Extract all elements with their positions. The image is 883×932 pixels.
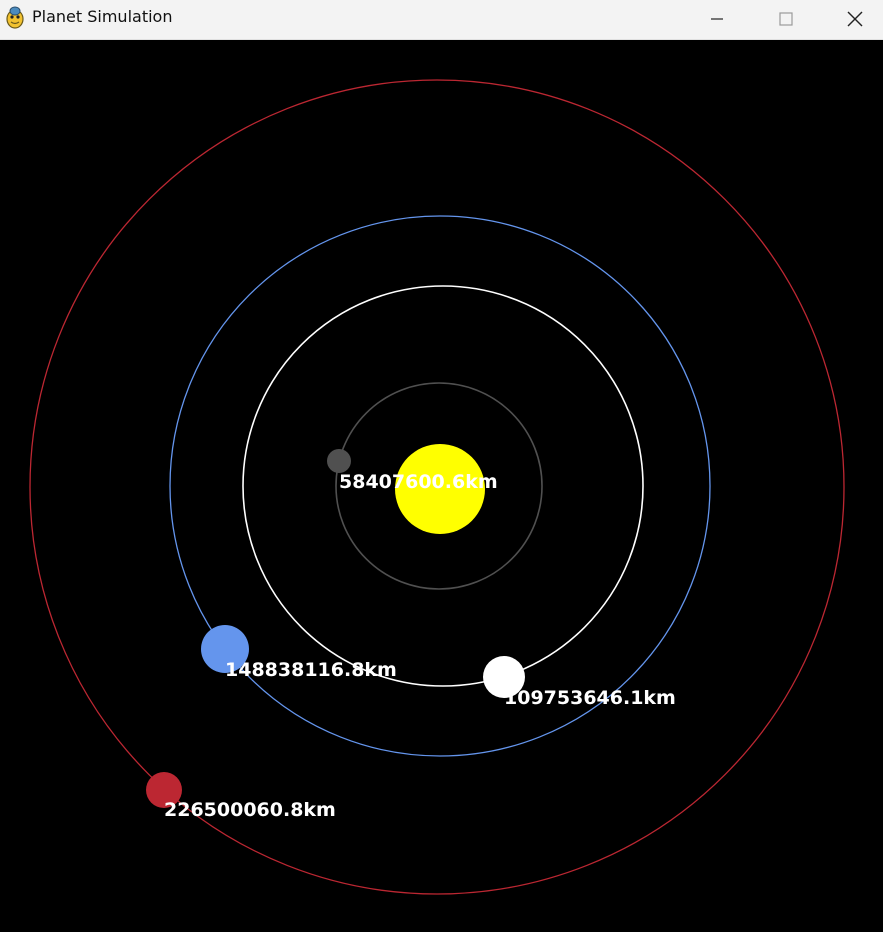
minimize-button[interactable] xyxy=(686,0,748,38)
solar-system-drawing: 58407600.6km 109753646.1km 148838116.8km… xyxy=(29,79,845,895)
close-icon xyxy=(847,11,863,27)
simulation-canvas: 58407600.6km 109753646.1km 148838116.8km… xyxy=(0,40,883,932)
window-title: Planet Simulation xyxy=(32,7,173,26)
title-bar[interactable]: Planet Simulation xyxy=(0,0,883,40)
mars-distance-label: 226500060.8km xyxy=(164,799,336,821)
maximize-button[interactable] xyxy=(755,0,817,38)
app-window: Planet Simulation 58407600.6km 109753646… xyxy=(0,0,883,932)
venus-distance-label: 109753646.1km xyxy=(504,687,676,709)
maximize-icon xyxy=(779,12,793,26)
mercury-distance-label: 58407600.6km xyxy=(339,471,498,493)
close-button[interactable] xyxy=(824,0,883,38)
pygame-snake-icon xyxy=(4,6,26,30)
earth-distance-label: 148838116.8km xyxy=(225,659,397,681)
minimize-icon xyxy=(711,18,723,20)
mercury-planet xyxy=(327,449,351,473)
